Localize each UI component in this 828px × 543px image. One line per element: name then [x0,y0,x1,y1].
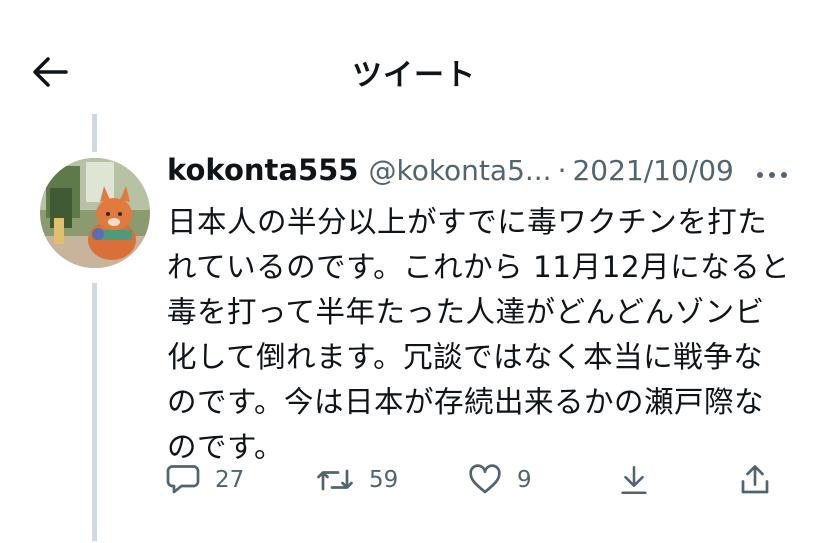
download-button[interactable] [617,458,651,502]
reply-count: 27 [215,467,245,493]
like-button[interactable]: 9 [467,458,532,502]
separator-dot: · [557,154,567,187]
more-options-button[interactable] [752,160,792,190]
share-button[interactable] [737,458,773,502]
heart-icon [469,464,501,494]
reply-button[interactable]: 27 [165,458,244,502]
display-name[interactable]: kokonta555 [167,153,358,187]
top-navigation-bar: ツイート [0,0,828,112]
tweet-text: 日本人の半分以上がすでに毒ワクチンを打た れているのです。これから 11月12月… [167,200,797,470]
tweet-text-line: 日本人の半分以上がすでに毒ワクチンを打た [167,205,768,239]
retweet-icon [317,469,353,491]
retweet-button[interactable]: 59 [315,458,398,502]
tweet-text-line: のです。今は日本が存続出来るかの瀬戸際な [167,385,765,419]
share-icon [741,465,769,494]
tweet-text-line: 毒を打って半年たった人達がどんどんゾンビ [167,295,765,329]
page-title: ツイート [352,58,476,93]
tweet-date[interactable]: 2021/10/09 [572,154,733,187]
like-count: 9 [517,467,532,493]
thread-line-top [92,114,97,152]
retweet-count: 59 [369,467,399,493]
avatar-image [40,158,150,268]
tweet-text-line: れているのです。これから 11月12月になると [167,250,791,284]
thread-line-bottom [92,283,97,541]
avatar[interactable] [40,158,150,268]
tweet-text-line: 化して倒れます。冗談ではなく本当に戦争な [167,340,764,374]
reply-bubble-icon [166,465,200,494]
tweet-header: kokonta555 @kokonta5... · 2021/10/09 [167,153,807,193]
more-dots-icon [757,172,787,178]
download-icon [621,465,647,495]
user-handle[interactable]: @kokonta5... [368,154,551,187]
tweet-actions: 27 59 9 [165,458,805,502]
